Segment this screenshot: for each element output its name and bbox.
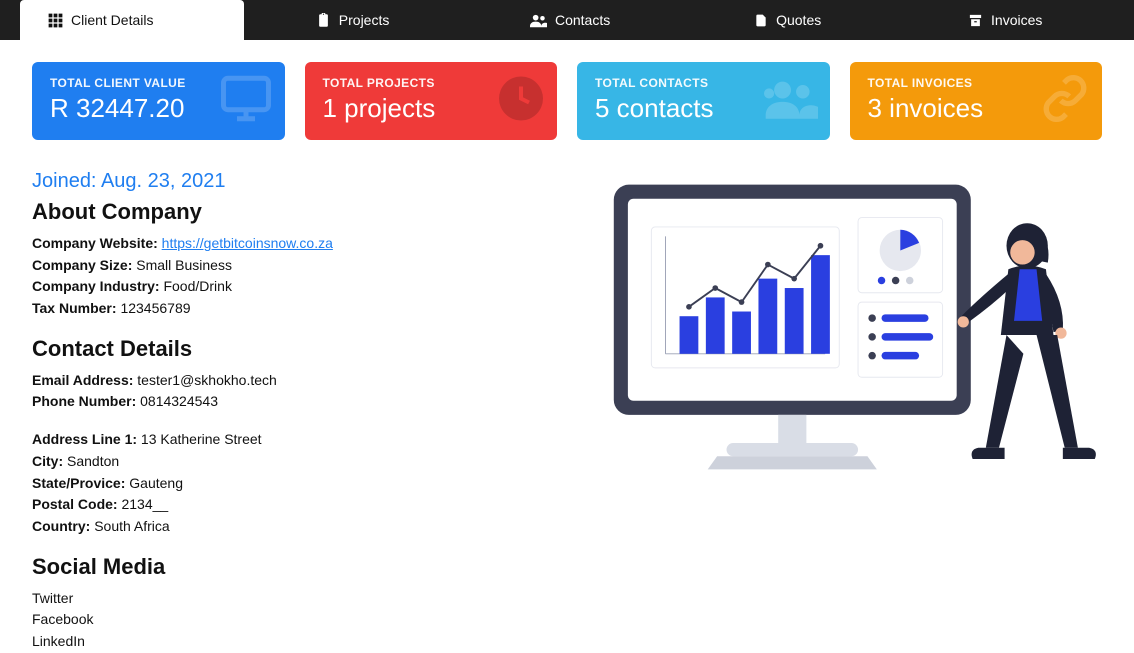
addr1-value: 13 Katherine Street — [141, 431, 262, 447]
monitor-icon — [219, 72, 273, 131]
card-projects[interactable]: TOTAL PROJECTS 1 projects — [305, 62, 558, 140]
joined-date: Joined: Aug. 23, 2021 — [32, 170, 565, 193]
postal-label: Postal Code: — [32, 496, 118, 512]
link-icon — [1040, 74, 1090, 129]
country-value: South Africa — [94, 518, 170, 534]
postal-value: 2134__ — [121, 496, 168, 512]
size-label: Company Size: — [32, 257, 132, 273]
tax-label: Tax Number: — [32, 300, 117, 316]
city-label: City: — [32, 453, 63, 469]
social-block: Twitter Facebook LinkedIn — [32, 588, 565, 653]
illustration — [595, 170, 1102, 653]
stats-row: TOTAL CLIENT VALUE R 32447.20 TOTAL PROJ… — [20, 40, 1114, 140]
tax-value: 123456789 — [120, 300, 190, 316]
size-value: Small Business — [136, 257, 232, 273]
website-label: Company Website: — [32, 235, 158, 251]
addr1-label: Address Line 1: — [32, 431, 137, 447]
users-icon — [764, 77, 818, 126]
email-value: tester1@skhokho.tech — [137, 372, 277, 388]
industry-value: Food/Drink — [163, 278, 231, 294]
state-label: State/Provice: — [32, 475, 125, 491]
website-link[interactable]: https://getbitcoinsnow.co.za — [162, 235, 333, 251]
tab-label: Client Details — [71, 12, 153, 28]
tab-bar: Client Details Projects Contacts Quotes … — [0, 0, 1134, 40]
grid-icon — [48, 13, 63, 28]
state-value: Gauteng — [129, 475, 183, 491]
phone-value: 0814324543 — [140, 393, 218, 409]
social-twitter[interactable]: Twitter — [32, 588, 565, 610]
card-invoices[interactable]: TOTAL INVOICES 3 invoices — [850, 62, 1103, 140]
tab-label: Projects — [339, 12, 390, 28]
archive-icon — [968, 13, 983, 28]
address-block: Address Line 1: 13 Katherine Street City… — [32, 429, 565, 537]
tab-label: Invoices — [991, 12, 1042, 28]
tab-invoices[interactable]: Invoices — [896, 0, 1114, 40]
tab-label: Quotes — [776, 12, 821, 28]
users-icon — [530, 13, 547, 28]
about-heading: About Company — [32, 199, 565, 225]
tab-label: Contacts — [555, 12, 610, 28]
phone-label: Phone Number: — [32, 393, 136, 409]
document-icon — [754, 13, 768, 28]
industry-label: Company Industry: — [32, 278, 160, 294]
email-label: Email Address: — [32, 372, 133, 388]
tab-quotes[interactable]: Quotes — [679, 0, 897, 40]
about-block: Company Website: https://getbitcoinsnow.… — [32, 233, 565, 320]
clipboard-icon — [316, 13, 331, 28]
card-client-value[interactable]: TOTAL CLIENT VALUE R 32447.20 — [32, 62, 285, 140]
contact-block: Email Address: tester1@skhokho.tech Phon… — [32, 370, 565, 413]
social-linkedin[interactable]: LinkedIn — [32, 631, 565, 653]
clock-icon — [497, 75, 545, 128]
city-value: Sandton — [67, 453, 119, 469]
tab-contacts[interactable]: Contacts — [461, 0, 679, 40]
tab-projects[interactable]: Projects — [244, 0, 462, 40]
country-label: Country: — [32, 518, 90, 534]
tab-client-details[interactable]: Client Details — [20, 0, 244, 40]
client-info: Joined: Aug. 23, 2021 About Company Comp… — [32, 170, 565, 653]
social-heading: Social Media — [32, 554, 565, 580]
social-facebook[interactable]: Facebook — [32, 609, 565, 631]
contact-heading: Contact Details — [32, 336, 565, 362]
card-contacts[interactable]: TOTAL CONTACTS 5 contacts — [577, 62, 830, 140]
